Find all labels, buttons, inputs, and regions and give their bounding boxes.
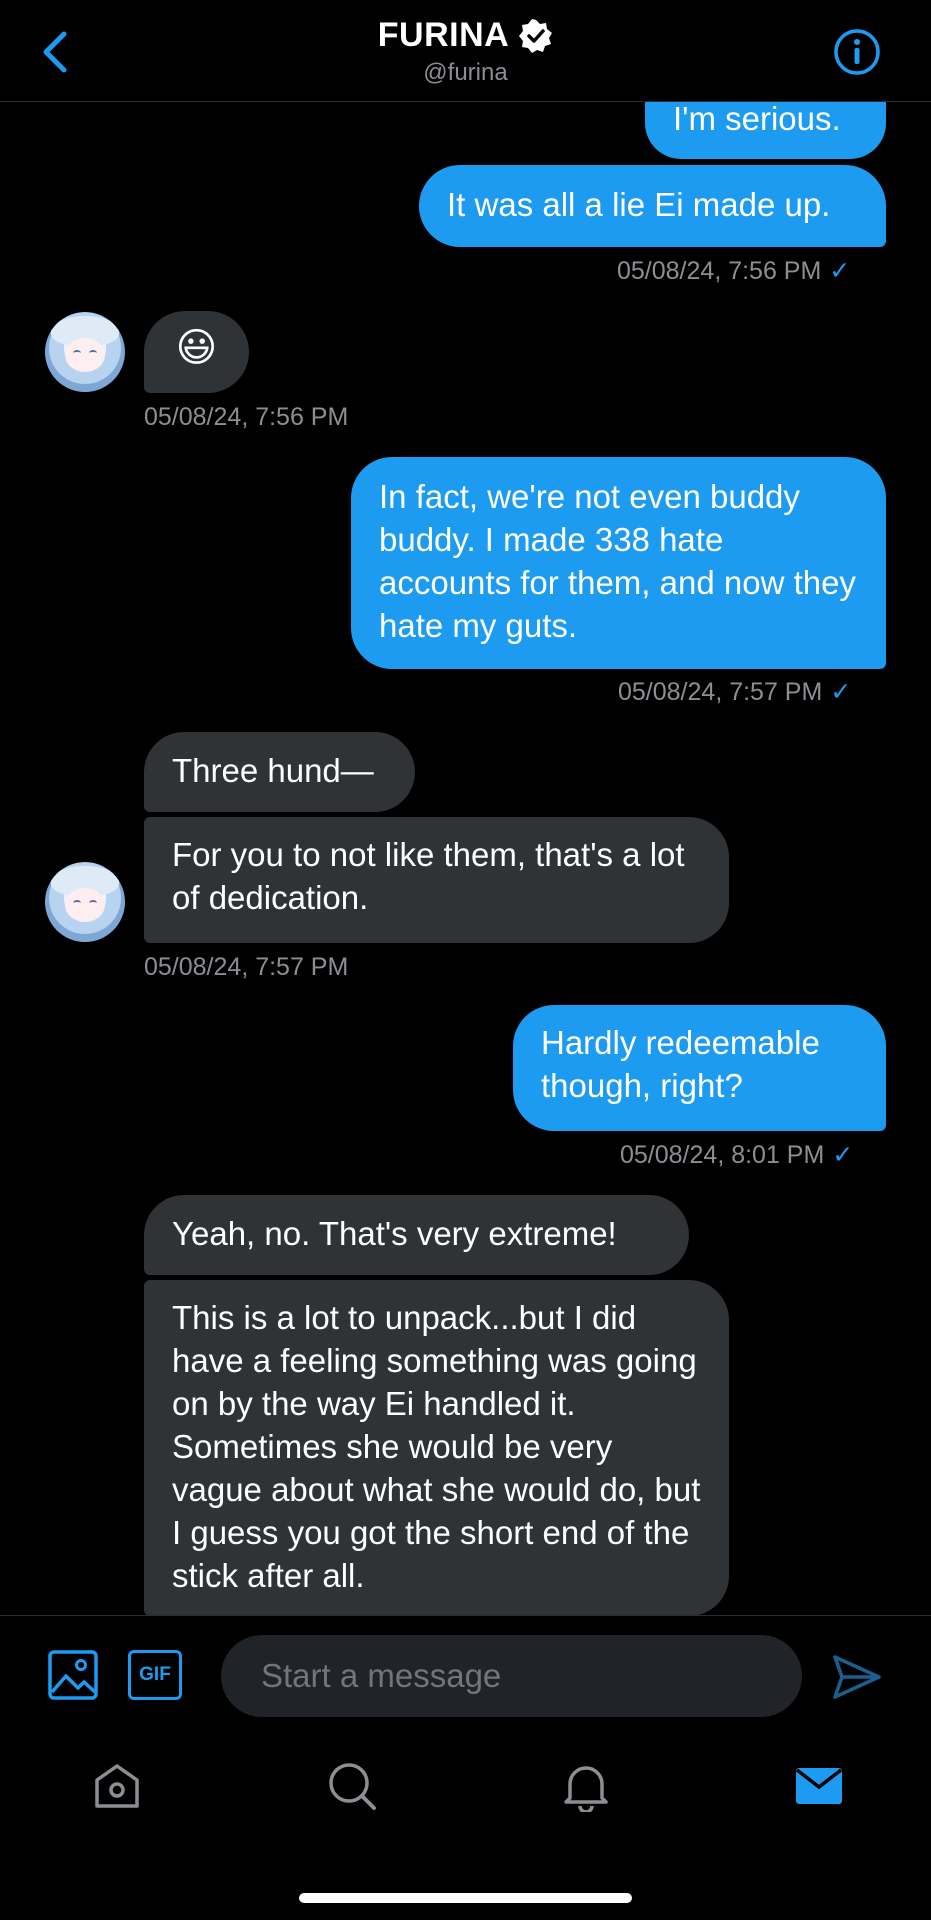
message-timestamp: 05/08/24, 7:57 PM <box>144 953 349 981</box>
verified-badge-icon <box>519 18 553 53</box>
message-timestamp: 05/08/24, 8:01 PM ✓ <box>620 1141 854 1169</box>
message-bubble-outgoing[interactable]: I'm serious. <box>645 101 886 159</box>
sent-check-icon: ✓ <box>832 1141 854 1169</box>
conversation-header: FURINA @furina <box>0 0 931 102</box>
bell-icon[interactable] <box>560 1760 612 1812</box>
message-bubble-incoming[interactable]: Yeah, no. That's very extreme! <box>144 1195 689 1275</box>
message-input[interactable] <box>221 1635 802 1717</box>
message-bubble-incoming[interactable]: For you to not like them, that's a lot o… <box>144 817 729 943</box>
message-bubble-outgoing[interactable]: In fact, we're not even buddy buddy. I m… <box>351 457 886 669</box>
message-bubble-incoming[interactable]: 😃 <box>144 311 249 393</box>
mail-icon[interactable] <box>793 1760 845 1812</box>
message-bubble-outgoing[interactable]: Hardly redeemable though, right? <box>513 1005 886 1131</box>
image-icon[interactable] <box>48 1650 98 1700</box>
search-icon[interactable] <box>326 1760 378 1812</box>
avatar[interactable] <box>45 862 125 942</box>
info-icon[interactable] <box>833 28 881 76</box>
gif-icon[interactable]: GIF <box>128 1650 182 1700</box>
message-timestamp: 05/08/24, 7:57 PM ✓ <box>618 678 852 706</box>
contact-name: FURINA <box>377 16 510 54</box>
message-composer: GIF <box>0 1615 931 1741</box>
home-icon[interactable] <box>91 1760 143 1812</box>
tab-bar <box>0 1740 931 1920</box>
conversation-title[interactable]: FURINA @furina <box>0 16 931 87</box>
message-timestamp: 05/08/24, 7:56 PM <box>144 403 349 431</box>
message-bubble-outgoing[interactable]: It was all a lie Ei made up. <box>419 165 886 247</box>
message-bubble-incoming[interactable]: Three hund— <box>144 732 415 812</box>
message-bubble-incoming[interactable]: This is a lot to unpack...but I did have… <box>144 1280 729 1615</box>
avatar[interactable] <box>45 312 125 392</box>
sent-check-icon: ✓ <box>829 257 851 285</box>
home-indicator[interactable] <box>299 1893 632 1903</box>
send-icon[interactable] <box>832 1652 882 1702</box>
sent-check-icon: ✓ <box>830 678 852 706</box>
message-timestamp: 05/08/24, 7:56 PM ✓ <box>617 257 851 285</box>
contact-handle: @furina <box>423 59 508 86</box>
message-thread[interactable]: I'm serious. It was all a lie Ei made up… <box>0 101 931 1615</box>
